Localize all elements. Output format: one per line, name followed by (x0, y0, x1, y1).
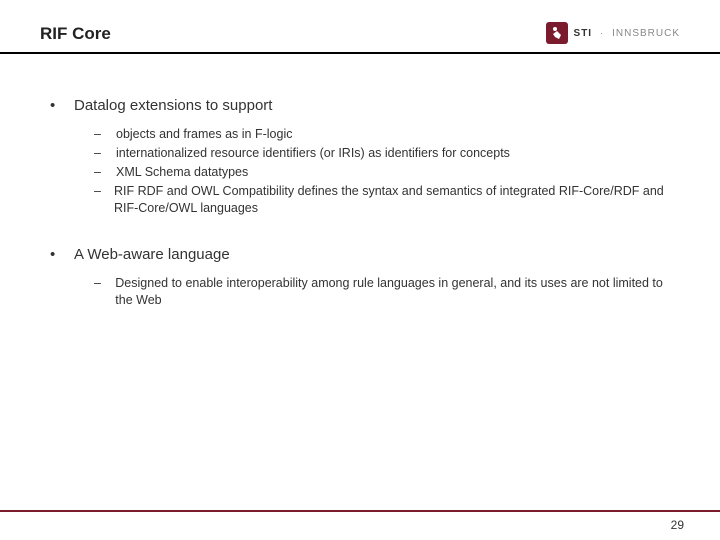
dash-icon: – (94, 126, 104, 143)
bullet-item: • A Web-aware language (50, 245, 670, 265)
dash-icon: – (94, 275, 103, 309)
bullet-mark: • (50, 96, 60, 116)
list-item: – internationalized resource identifiers… (94, 145, 670, 162)
sub-text: RIF RDF and OWL Compatibility defines th… (114, 183, 670, 217)
sub-text: XML Schema datatypes (116, 164, 248, 181)
dash-icon: – (94, 145, 104, 162)
slide-header: RIF Core STI · INNSBRUCK (0, 0, 720, 52)
footer-divider (0, 510, 720, 512)
slide-title: RIF Core (40, 24, 111, 44)
bullet-heading: A Web-aware language (74, 245, 230, 265)
list-item: – objects and frames as in F-logic (94, 126, 670, 143)
dash-icon: – (94, 164, 104, 181)
bullet-mark: • (50, 245, 60, 265)
logo-location: INNSBRUCK (612, 28, 680, 39)
dash-icon: – (94, 183, 102, 217)
sub-text: internationalized resource identifiers (… (116, 145, 510, 162)
logo: STI · INNSBRUCK (546, 22, 680, 44)
slide-content: • Datalog extensions to support – object… (0, 54, 720, 309)
list-item: – Designed to enable interoperability am… (94, 275, 670, 309)
bullet-item: • Datalog extensions to support (50, 96, 670, 116)
list-item: – RIF RDF and OWL Compatibility defines … (94, 183, 670, 217)
bullet-heading: Datalog extensions to support (74, 96, 272, 116)
sub-text: Designed to enable interoperability amon… (115, 275, 670, 309)
logo-brand: STI (574, 28, 593, 39)
list-item: – XML Schema datatypes (94, 164, 670, 181)
sub-list: – objects and frames as in F-logic – int… (94, 126, 670, 217)
sub-text: objects and frames as in F-logic (116, 126, 292, 143)
logo-separator: · (600, 28, 604, 38)
logo-icon (546, 22, 568, 44)
page-number: 29 (671, 518, 684, 532)
sub-list: – Designed to enable interoperability am… (94, 275, 670, 309)
